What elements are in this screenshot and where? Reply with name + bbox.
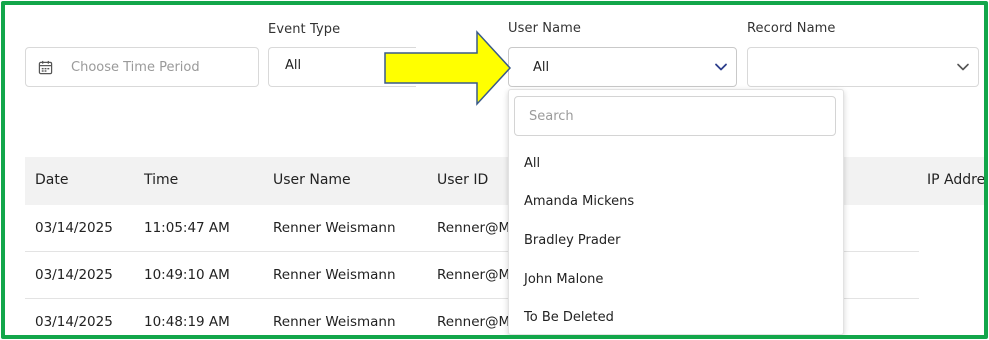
dropdown-option-to-be-deleted[interactable]: To Be Deleted bbox=[509, 299, 843, 335]
cell-date: 03/14/2025 bbox=[35, 314, 113, 330]
dropdown-option-bradley-prader[interactable]: Bradley Prader bbox=[509, 222, 843, 260]
chevron-down-icon bbox=[957, 63, 969, 71]
cell-user-id: Renner@M bbox=[437, 314, 511, 330]
dropdown-search-input[interactable] bbox=[515, 97, 835, 135]
cell-time: 10:48:19 AM bbox=[144, 314, 230, 330]
cell-time: 11:05:47 AM bbox=[144, 220, 230, 236]
chevron-down-icon bbox=[715, 63, 727, 71]
cell-time: 10:49:10 AM bbox=[144, 267, 230, 283]
event-type-value: All bbox=[285, 58, 302, 73]
dropdown-search[interactable] bbox=[514, 96, 836, 136]
cell-user-id: Renner@M bbox=[437, 267, 511, 283]
record-name-select[interactable] bbox=[747, 47, 979, 87]
time-period-placeholder: Choose Time Period bbox=[71, 60, 200, 75]
dropdown-option-john-malone[interactable]: John Malone bbox=[509, 261, 843, 299]
callout-arrow-icon bbox=[384, 30, 512, 106]
header-user-id: User ID bbox=[437, 172, 489, 188]
header-user-name: User Name bbox=[273, 172, 351, 188]
time-period-picker[interactable]: Choose Time Period bbox=[25, 47, 259, 87]
cell-user-name: Renner Weismann bbox=[273, 220, 396, 236]
user-name-select[interactable]: All bbox=[508, 47, 737, 87]
cell-user-name: Renner Weismann bbox=[273, 314, 396, 330]
record-name-label: Record Name bbox=[747, 21, 836, 36]
cell-date: 03/14/2025 bbox=[35, 220, 113, 236]
user-name-value: All bbox=[533, 60, 550, 75]
header-date: Date bbox=[35, 172, 69, 188]
dropdown-option-amanda-mickens[interactable]: Amanda Mickens bbox=[509, 183, 843, 221]
dropdown-option-all[interactable]: All bbox=[509, 145, 843, 183]
user-name-dropdown-menu: All Amanda Mickens Bradley Prader John M… bbox=[508, 89, 844, 335]
header-ip-address: IP Addre bbox=[927, 172, 986, 188]
calendar-icon bbox=[38, 60, 53, 75]
user-name-label: User Name bbox=[508, 21, 582, 36]
event-type-label: Event Type bbox=[268, 22, 341, 37]
cell-user-name: Renner Weismann bbox=[273, 267, 396, 283]
cell-date: 03/14/2025 bbox=[35, 267, 113, 283]
highlight-frame: Event Type User Name Record Name Choose … bbox=[1, 1, 988, 339]
header-time: Time bbox=[144, 172, 179, 188]
cell-user-id: Renner@M bbox=[437, 220, 511, 236]
